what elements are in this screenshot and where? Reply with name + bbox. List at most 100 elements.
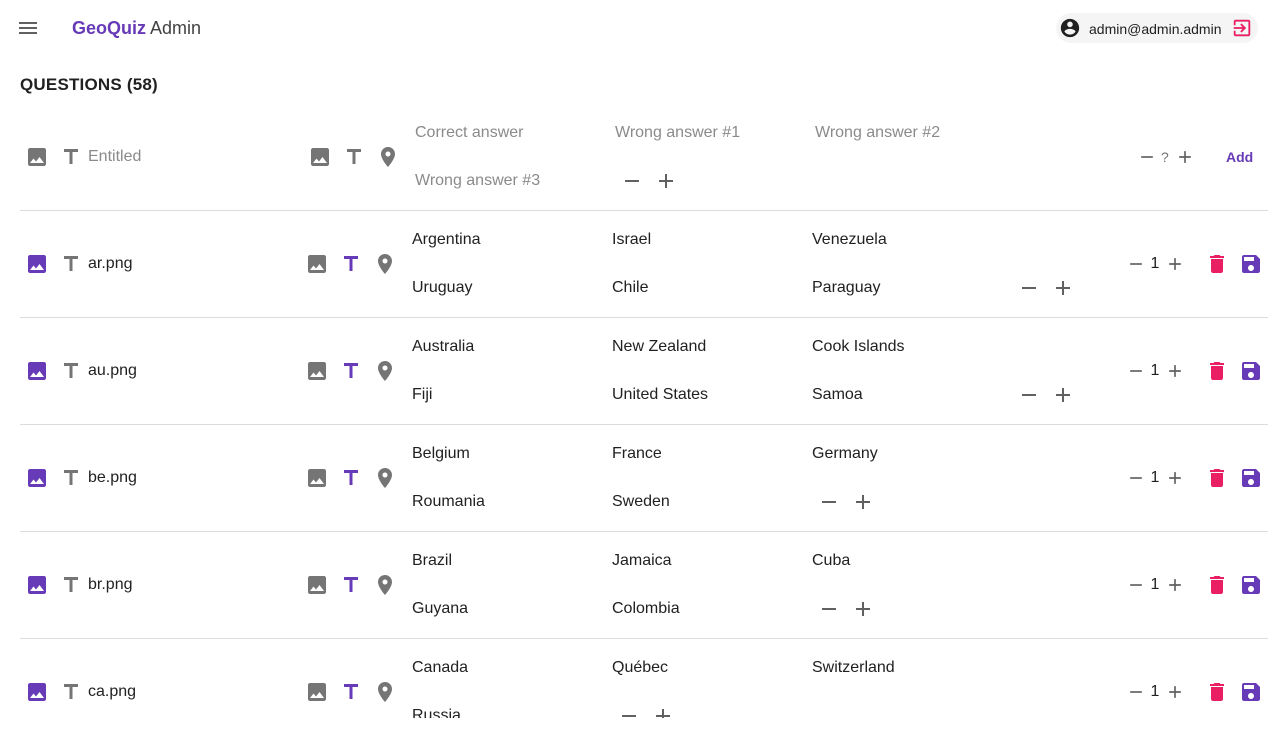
correct-answer-input[interactable]: Correct answer: [415, 123, 523, 143]
wrong-answer[interactable]: Russia: [412, 706, 461, 718]
wrong-answer[interactable]: Colombia: [612, 599, 680, 619]
text-type-icon[interactable]: [59, 680, 83, 704]
entitled-value[interactable]: be.png: [88, 468, 137, 488]
add-answer-button[interactable]: [654, 169, 678, 193]
wrong-answer[interactable]: Guyana: [412, 599, 468, 619]
answer-image-type-icon[interactable]: [305, 252, 329, 276]
save-icon[interactable]: [1239, 359, 1263, 383]
answer-location-type-icon[interactable]: [376, 145, 400, 169]
answer-image-type-icon[interactable]: [305, 359, 329, 383]
answer-location-type-icon[interactable]: [373, 680, 397, 704]
answer-image-type-icon[interactable]: [308, 145, 332, 169]
add-answer-button[interactable]: [1051, 276, 1075, 300]
level-increase-button[interactable]: [1165, 575, 1185, 595]
wrong-answer-1-input[interactable]: Wrong answer #1: [615, 123, 740, 143]
wrong-answer[interactable]: United States: [612, 385, 708, 405]
delete-icon[interactable]: [1205, 359, 1229, 383]
entitled-input[interactable]: Entitled: [88, 147, 141, 167]
answer-image-type-icon[interactable]: [305, 466, 329, 490]
correct-answer[interactable]: Belgium: [412, 444, 470, 464]
save-icon[interactable]: [1239, 680, 1263, 704]
wrong-answer[interactable]: France: [612, 444, 662, 464]
answer-text-type-icon[interactable]: [342, 145, 366, 169]
correct-answer[interactable]: Canada: [412, 658, 468, 678]
image-type-icon[interactable]: [25, 359, 49, 383]
remove-answer-button[interactable]: [1017, 383, 1041, 407]
level-increase-button[interactable]: [1165, 682, 1185, 702]
text-type-icon[interactable]: [59, 145, 83, 169]
answer-text-type-icon[interactable]: [339, 466, 363, 490]
answer-location-type-icon[interactable]: [373, 573, 397, 597]
level-increase-button[interactable]: [1165, 468, 1185, 488]
remove-answer-button[interactable]: [620, 169, 644, 193]
entitled-value[interactable]: au.png: [88, 361, 137, 381]
wrong-answer[interactable]: Fiji: [412, 385, 432, 405]
text-type-icon[interactable]: [59, 573, 83, 597]
remove-answer-button[interactable]: [817, 490, 841, 514]
correct-answer[interactable]: Australia: [412, 337, 474, 357]
answer-text-type-icon[interactable]: [339, 252, 363, 276]
image-type-icon[interactable]: [25, 466, 49, 490]
wrong-answer[interactable]: Uruguay: [412, 278, 472, 298]
image-type-icon[interactable]: [25, 573, 49, 597]
delete-icon[interactable]: [1205, 573, 1229, 597]
level-decrease-button[interactable]: [1126, 361, 1146, 381]
add-question-button[interactable]: Add: [1226, 149, 1253, 165]
menu-icon[interactable]: [16, 16, 40, 40]
delete-icon[interactable]: [1205, 680, 1229, 704]
answer-location-type-icon[interactable]: [373, 359, 397, 383]
image-type-icon[interactable]: [25, 680, 49, 704]
wrong-answer-3-input[interactable]: Wrong answer #3: [415, 171, 540, 191]
wrong-answer[interactable]: Cook Islands: [812, 337, 905, 357]
add-answer-button[interactable]: [851, 597, 875, 621]
entitled-value[interactable]: ar.png: [88, 254, 132, 274]
wrong-answer[interactable]: Chile: [612, 278, 648, 298]
save-icon[interactable]: [1239, 573, 1263, 597]
wrong-answer[interactable]: New Zealand: [612, 337, 706, 357]
wrong-answer[interactable]: Samoa: [812, 385, 863, 405]
answer-text-type-icon[interactable]: [339, 359, 363, 383]
wrong-answer[interactable]: Israel: [612, 230, 651, 250]
answer-text-type-icon[interactable]: [339, 680, 363, 704]
add-answer-button[interactable]: [651, 704, 675, 718]
wrong-answer[interactable]: Roumania: [412, 492, 485, 512]
logout-icon[interactable]: [1231, 17, 1253, 39]
answer-location-type-icon[interactable]: [373, 252, 397, 276]
wrong-answer[interactable]: Sweden: [612, 492, 670, 512]
text-type-icon[interactable]: [59, 466, 83, 490]
add-answer-button[interactable]: [1051, 383, 1075, 407]
answer-image-type-icon[interactable]: [305, 573, 329, 597]
wrong-answer[interactable]: Cuba: [812, 551, 850, 571]
level-decrease-button[interactable]: [1137, 147, 1157, 167]
level-decrease-button[interactable]: [1126, 254, 1146, 274]
level-increase-button[interactable]: [1165, 361, 1185, 381]
text-type-icon[interactable]: [59, 359, 83, 383]
correct-answer[interactable]: Brazil: [412, 551, 452, 571]
wrong-answer[interactable]: Venezuela: [812, 230, 887, 250]
level-decrease-button[interactable]: [1126, 468, 1146, 488]
level-decrease-button[interactable]: [1126, 575, 1146, 595]
wrong-answer[interactable]: Switzerland: [812, 658, 895, 678]
wrong-answer[interactable]: Paraguay: [812, 278, 881, 298]
wrong-answer[interactable]: Québec: [612, 658, 668, 678]
image-type-icon[interactable]: [25, 252, 49, 276]
level-decrease-button[interactable]: [1126, 682, 1146, 702]
delete-icon[interactable]: [1205, 466, 1229, 490]
text-type-icon[interactable]: [59, 252, 83, 276]
save-icon[interactable]: [1239, 466, 1263, 490]
answer-image-type-icon[interactable]: [305, 680, 329, 704]
entitled-value[interactable]: ca.png: [88, 682, 136, 702]
answer-text-type-icon[interactable]: [339, 573, 363, 597]
save-icon[interactable]: [1239, 252, 1263, 276]
remove-answer-button[interactable]: [817, 597, 841, 621]
answer-location-type-icon[interactable]: [373, 466, 397, 490]
wrong-answer[interactable]: Germany: [812, 444, 878, 464]
wrong-answer-2-input[interactable]: Wrong answer #2: [815, 123, 940, 143]
remove-answer-button[interactable]: [617, 704, 641, 718]
entitled-value[interactable]: br.png: [88, 575, 132, 595]
image-type-icon[interactable]: [25, 145, 49, 169]
remove-answer-button[interactable]: [1017, 276, 1041, 300]
delete-icon[interactable]: [1205, 252, 1229, 276]
correct-answer[interactable]: Argentina: [412, 230, 481, 250]
add-answer-button[interactable]: [851, 490, 875, 514]
